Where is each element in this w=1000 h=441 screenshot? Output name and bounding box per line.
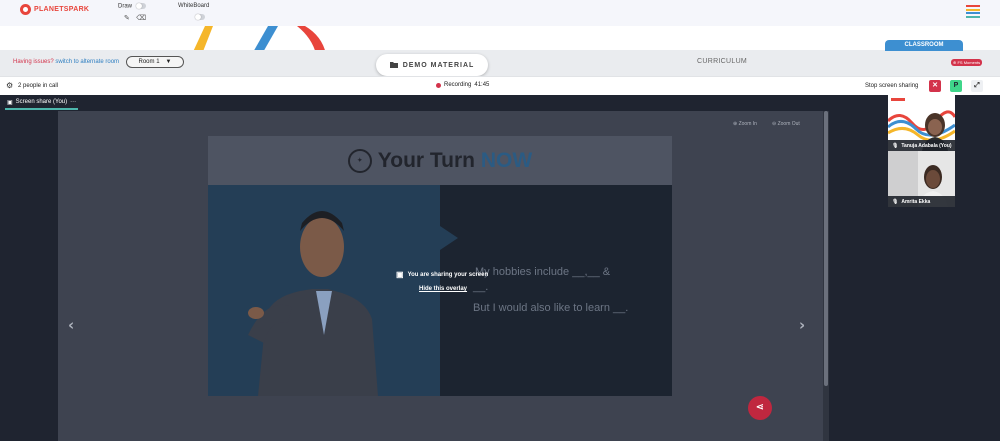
zoom-in-button[interactable]: ⊕ Zoom In [733,121,757,127]
recording-status: Recording 41:45 [436,82,489,88]
slide-line-2: But I would also like to learn __. [473,302,629,314]
room-select-value: Room 1 [138,59,160,65]
expand-icon[interactable]: ⤢ [971,80,983,92]
sharing-message: ▣ You are sharing your screen [396,270,489,279]
demo-material-button[interactable]: DEMO MATERIAL [376,54,488,76]
slide-title: Your Turn NOW [377,148,533,172]
screen-share-tab[interactable]: ▣ Screen share (You) ··· [5,96,79,110]
previous-slide-icon[interactable]: ‹ [68,316,74,334]
classroom-tab[interactable]: CLASSROOM [885,40,963,51]
microphone-icon: 🎙 [892,142,899,149]
participant-name-amrita: 🎙 Amrita Ekka [888,196,955,207]
fs-moments-badge[interactable]: ⊕ FS Moments [951,59,983,66]
participant-tile-amrita[interactable]: 🎙 Amrita Ekka [888,151,955,207]
recording-label: Recording [444,82,472,88]
slide-notch [440,226,458,250]
curriculum-tab[interactable]: CURRICULUM [697,58,747,65]
share-button[interactable]: ⋖ [748,396,772,420]
room-bar: Having issues? switch to alternate room … [0,50,1000,76]
slide-header: ✦ Your Turn NOW [208,136,672,185]
stop-screen-sharing-label[interactable]: Stop screen sharing [865,83,918,89]
logo-icon [20,4,31,15]
shared-screen-scrollbar[interactable] [823,111,829,441]
call-header: ⚙ 2 people in call Recording 41:45 Stop … [0,76,1000,95]
share-icon: ⋖ [755,402,765,413]
zoom-out-button[interactable]: ⊖ Zoom Out [772,121,800,127]
top-bar: PLANETSPARK Draw ✎ ⌫ WhiteBoard [0,0,1000,26]
demo-material-label: DEMO MATERIAL [402,61,475,69]
room-select[interactable]: Room 1 ▼ [126,56,184,68]
planetspark-logo[interactable]: PLANETSPARK [20,4,89,15]
people-in-call: 2 people in call [18,83,59,89]
whiteboard-label: WhiteBoard [178,3,210,9]
alternate-room-link[interactable]: switch to alternate room [55,59,119,65]
hide-overlay-link[interactable]: Hide this overlay [419,286,506,292]
draw-tools: ✎ ⌫ [124,14,146,22]
sharing-overlay: ▣ You are sharing your screen Hide this … [396,270,506,292]
next-slide-icon[interactable]: › [799,316,805,334]
folder-icon [389,61,398,70]
eraser-icon[interactable]: ⌫ [136,14,146,22]
gear-icon[interactable]: ⚙ [6,81,13,90]
slide-seal-icon: ✦ [347,148,372,173]
logo-text: PLANETSPARK [34,6,90,13]
whiteboard-switch[interactable] [195,14,205,20]
participant-name-tanuja: 🎙 Tanuja Adabala (You) [888,140,955,151]
having-issues-text: Having issues? switch to alternate room [13,59,120,65]
draw-toggle[interactable]: Draw [118,3,146,10]
caret-down-icon: ▼ [165,59,172,65]
whiteboard-toggle[interactable]: WhiteBoard [178,3,209,9]
recording-time: 41:45 [474,82,490,88]
microphone-icon: 🎙 [892,198,899,205]
stop-share-close-button[interactable]: ✕ [929,80,941,92]
screen-share-icon: ▣ [7,99,13,106]
screen-share-label: Screen share (You) [15,99,68,105]
draw-label: Draw [118,3,133,10]
participant-tile-tanuja[interactable]: 🎙 Tanuja Adabala (You) [888,95,955,151]
scrollbar-thumb[interactable] [824,111,828,386]
menu-icon[interactable] [966,5,980,19]
p-button[interactable]: P [950,80,962,92]
draw-switch[interactable] [135,3,146,9]
screen-share-icon: ▣ [396,270,404,279]
more-options-icon[interactable]: ··· [70,99,76,105]
recording-dot-icon [436,82,441,88]
pencil-icon[interactable]: ✎ [124,14,130,22]
